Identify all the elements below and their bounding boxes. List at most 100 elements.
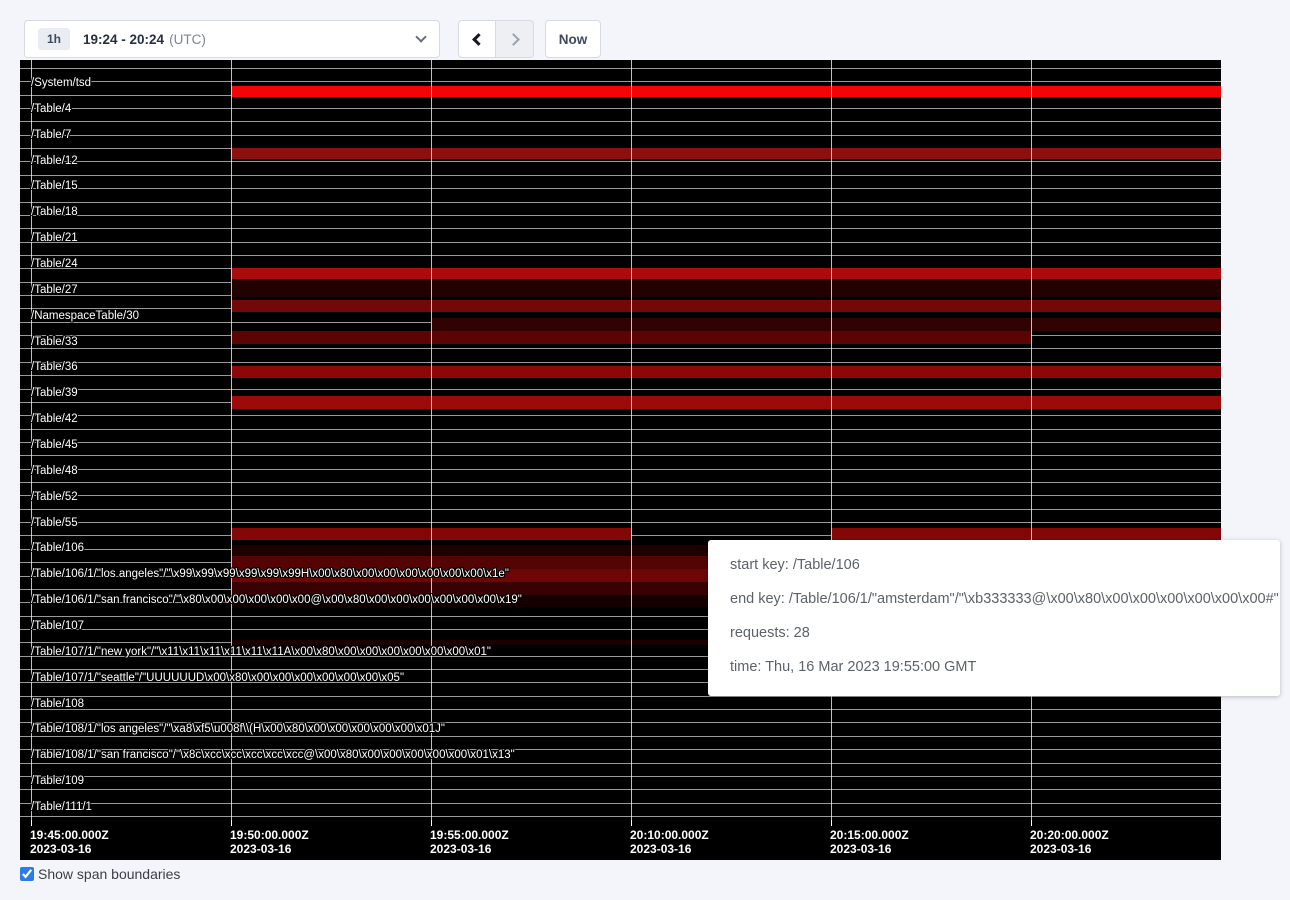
heat-band[interactable] — [231, 300, 1221, 312]
axis-tick-date: 2023-03-16 — [1030, 842, 1109, 856]
axis-tick-time: 19:45:00.000Z — [30, 828, 109, 842]
row-label: /Table/106/1/"los angeles"/"\x99\x99\x99… — [31, 567, 509, 581]
row-label: /System/tsd — [31, 76, 91, 90]
heat-band[interactable] — [431, 318, 1221, 331]
heat-band[interactable] — [831, 528, 1221, 540]
row-label: /Table/106/1/"san francisco"/"\x80\x00\x… — [31, 593, 522, 607]
heat-band[interactable] — [231, 366, 1221, 378]
row-label: /Table/109 — [31, 774, 84, 788]
row-label: /Table/48 — [31, 464, 78, 478]
span-boundary-line — [20, 389, 1221, 390]
row-label: /Table/55 — [31, 516, 78, 530]
heat-band[interactable] — [231, 396, 1221, 409]
axis-tick-time: 20:20:00.000Z — [1030, 828, 1109, 842]
next-time-button[interactable] — [496, 20, 534, 58]
chevron-down-icon — [415, 31, 426, 42]
heat-band[interactable] — [231, 545, 710, 556]
time-gridline — [831, 60, 832, 820]
time-range-selector[interactable]: 1h 19:24 - 20:24 (UTC) — [24, 20, 440, 58]
span-boundary-line — [20, 415, 1221, 416]
row-label: /Table/27 — [31, 283, 78, 297]
row-label: /Table/108 — [31, 697, 84, 711]
chevron-left-icon — [472, 33, 485, 46]
span-boundary-line — [20, 121, 1221, 122]
show-span-boundaries-text: Show span boundaries — [38, 866, 180, 882]
span-boundary-line — [20, 789, 1221, 790]
row-label: /Table/106 — [31, 541, 84, 555]
key-visualizer-canvas[interactable]: /System/tsd/Table/4/Table/7/Table/12/Tab… — [20, 60, 1221, 860]
axis-tick-time: 20:10:00.000Z — [630, 828, 709, 842]
row-label: /NamespaceTable/30 — [31, 309, 139, 323]
row-label: /Table/107 — [31, 619, 84, 633]
span-boundary-line — [20, 202, 1221, 203]
row-label: /Table/24 — [31, 257, 78, 271]
show-span-boundaries-checkbox[interactable] — [20, 867, 34, 881]
axis-tick-date: 2023-03-16 — [30, 842, 109, 856]
axis-tick — [231, 820, 232, 826]
time-gridline — [1031, 60, 1032, 820]
show-span-boundaries-control[interactable]: Show span boundaries — [20, 866, 180, 882]
heat-band[interactable] — [231, 280, 1221, 297]
heat-band[interactable] — [231, 268, 1221, 280]
span-boundary-line — [20, 242, 1221, 243]
span-boundary-line — [20, 816, 1221, 817]
axis-tick-date: 2023-03-16 — [230, 842, 309, 856]
axis-tick-date: 2023-03-16 — [830, 842, 909, 856]
row-label: /Table/52 — [31, 490, 78, 504]
row-label: /Table/18 — [31, 205, 78, 219]
span-boundary-line — [20, 228, 1221, 229]
span-boundary-line — [20, 442, 1221, 443]
span-boundary-line — [20, 803, 1221, 804]
row-label: /Table/42 — [31, 412, 78, 426]
row-label: /Table/107/1/"seattle"/"UUUUUUD\x00\x80\… — [31, 671, 404, 685]
key-visualizer-page: 1h 19:24 - 20:24 (UTC) Now /System/tsd/T… — [0, 0, 1290, 900]
axis-tick — [631, 820, 632, 826]
span-boundary-line — [20, 469, 1221, 470]
row-label: /Table/45 — [31, 438, 78, 452]
tooltip-start-key: start key: /Table/106 — [730, 548, 1280, 582]
span-boundary-line — [20, 175, 1221, 176]
span-boundary-line — [20, 482, 1221, 483]
row-label: /Table/15 — [31, 179, 78, 193]
row-label: /Table/36 — [31, 360, 78, 374]
row-label: /Table/4 — [31, 102, 71, 116]
hover-tooltip: start key: /Table/106 end key: /Table/10… — [708, 540, 1280, 696]
span-boundary-line — [20, 215, 1221, 216]
time-gridline — [631, 60, 632, 820]
toolbar: 1h 19:24 - 20:24 (UTC) Now — [0, 0, 1290, 60]
axis-tick — [1031, 820, 1032, 826]
axis-tick-label: 19:45:00.000Z2023-03-16 — [30, 828, 109, 856]
span-boundary-line — [20, 188, 1221, 189]
span-boundary-line — [20, 495, 1221, 496]
axis-tick-label: 20:15:00.000Z2023-03-16 — [830, 828, 909, 856]
heat-band[interactable] — [231, 86, 1221, 97]
axis-tick-label: 19:50:00.000Z2023-03-16 — [230, 828, 309, 856]
axis-tick-date: 2023-03-16 — [430, 842, 509, 856]
span-boundary-line — [20, 455, 1221, 456]
heat-band[interactable] — [231, 148, 1221, 159]
range-duration-badge: 1h — [38, 28, 70, 50]
axis-tick-label: 20:20:00.000Z2023-03-16 — [1030, 828, 1109, 856]
time-gridline — [431, 60, 432, 820]
tooltip-end-key: end key: /Table/106/1/"amsterdam"/"\xb33… — [730, 582, 1280, 616]
time-nav-group — [458, 20, 534, 58]
row-label: /Table/39 — [31, 386, 78, 400]
axis-tick-label: 20:10:00.000Z2023-03-16 — [630, 828, 709, 856]
axis-tick-time: 19:55:00.000Z — [430, 828, 509, 842]
span-boundary-line — [20, 509, 1221, 510]
now-button[interactable]: Now — [545, 20, 601, 58]
row-label: /Table/111/1 — [31, 800, 92, 814]
time-gridline — [231, 60, 232, 820]
range-timezone: (UTC) — [169, 32, 206, 47]
prev-time-button[interactable] — [458, 20, 496, 58]
span-boundary-line — [20, 709, 1221, 710]
axis-tick-time: 19:50:00.000Z — [230, 828, 309, 842]
chevron-right-icon — [507, 33, 520, 46]
row-label: /Table/107/1/"new york"/"\x11\x11\x11\x1… — [31, 645, 491, 659]
row-label: /Table/21 — [31, 231, 78, 245]
axis-tick — [831, 820, 832, 826]
range-label: 19:24 - 20:24 — [83, 32, 164, 47]
axis-tick — [31, 820, 32, 826]
row-label: /Table/12 — [31, 154, 78, 168]
span-boundary-line — [20, 763, 1221, 764]
